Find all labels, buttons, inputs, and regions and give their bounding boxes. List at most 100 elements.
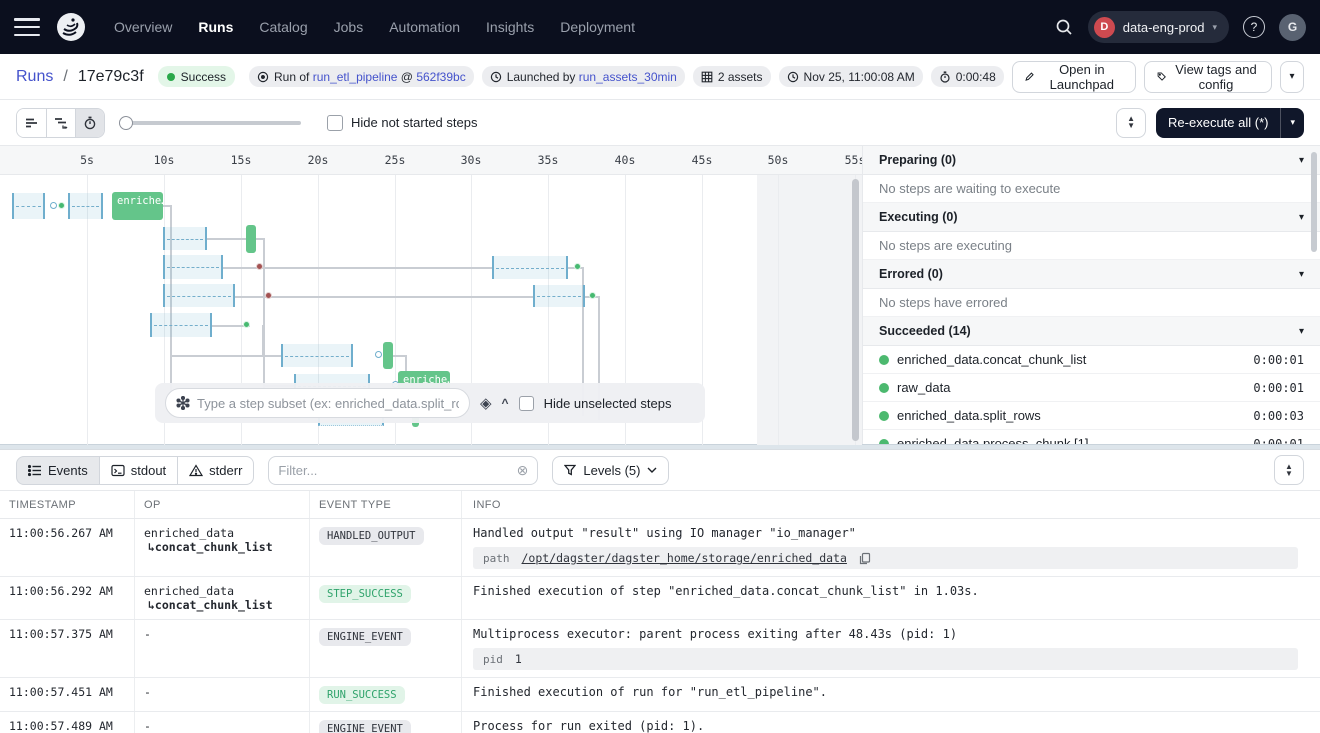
view-tags-config-button[interactable]: View tags and config <box>1143 60 1272 93</box>
collapse-selector-icon[interactable]: ^ <box>502 396 509 410</box>
levels-dropdown[interactable]: Levels (5) <box>552 455 670 485</box>
tag-link[interactable]: run_assets_30min <box>579 70 677 84</box>
event-info-text: Process for run exited (pid: 1). <box>473 719 705 733</box>
workspace-switcher[interactable]: D data-eng-prod ▾ <box>1087 11 1229 43</box>
succeeded-step-row[interactable]: raw_data 0:00:01 <box>863 374 1320 402</box>
workspace-name: data-eng-prod <box>1122 19 1205 35</box>
event-timestamp: 11:00:57.489 AM <box>0 712 135 733</box>
event-op: - <box>135 712 310 733</box>
stopwatch-icon <box>939 70 951 83</box>
section-header[interactable]: Succeeded (14) ▾ <box>863 317 1320 346</box>
meta-label: path <box>483 551 510 565</box>
tag-link[interactable]: run_etl_pipeline <box>313 70 398 84</box>
run-gantt-section: 5s 10s 15s 20s 25s 30s 35s 40s 45s 50s 55s enriche… <box>0 146 1320 445</box>
succeeded-step-row[interactable]: enriched_data.concat_chunk_list 0:00:01 <box>863 346 1320 374</box>
clear-filter-icon[interactable]: ⊗ <box>517 463 529 477</box>
step-subset-input[interactable] <box>197 395 459 411</box>
panel-scrollbar[interactable] <box>1311 152 1317 252</box>
hide-unselected-checkbox[interactable] <box>518 395 534 411</box>
event-timestamp: 11:00:56.292 AM <box>0 577 135 619</box>
workspace-badge: D <box>1093 16 1115 38</box>
chevron-down-icon: ▾ <box>1298 211 1304 223</box>
section-header[interactable]: Errored (0) ▾ <box>863 260 1320 289</box>
nav-item-jobs[interactable]: Jobs <box>334 19 364 35</box>
tab-label: stderr <box>209 462 243 478</box>
copy-icon[interactable] <box>859 552 871 565</box>
success-dot-icon <box>879 382 889 393</box>
layers-icon[interactable]: ◈ <box>480 396 492 411</box>
tag-link[interactable]: 562f39bc <box>416 70 465 84</box>
section-header[interactable]: Executing (0) ▾ <box>863 203 1320 232</box>
axis-tick-label: 35s <box>537 153 559 167</box>
section-title: Errored (0) <box>879 267 943 281</box>
breadcrumb-runs-link[interactable]: Runs <box>16 68 53 86</box>
event-type-cell: STEP_SUCCESS <box>310 577 462 619</box>
filter-input[interactable] <box>278 462 511 478</box>
chevron-down-icon: ▼ <box>1285 468 1293 478</box>
waterfall-view-button[interactable] <box>46 108 75 137</box>
event-info-text: Multiprocess executor: parent process ex… <box>473 627 958 641</box>
warning-icon <box>189 463 204 477</box>
gridline <box>778 175 779 445</box>
op-line: enriched_data <box>144 584 235 598</box>
tab-stdout[interactable]: stdout <box>98 455 179 485</box>
step-duration: 0:00:01 <box>1253 352 1304 367</box>
gantt-chart: 5s 10s 15s 20s 25s 30s 35s 40s 45s 50s 55s enriche… <box>0 146 862 445</box>
hide-not-started-label: Hide not started steps <box>351 115 478 130</box>
flat-view-button[interactable] <box>17 108 46 137</box>
slider-knob[interactable] <box>119 115 133 130</box>
search-icon[interactable] <box>1054 17 1074 37</box>
menu-icon[interactable] <box>14 18 40 36</box>
events-table-header: TIMESTAMP OP EVENT TYPE INFO <box>0 491 1320 519</box>
reexecute-all-button[interactable]: Re-execute all (*) ▾ <box>1156 107 1304 138</box>
event-info-text: Finished execution of step "enriched_dat… <box>473 584 979 598</box>
avatar[interactable]: G <box>1279 13 1306 41</box>
expand-panel-stepper[interactable]: ▲ ▼ <box>1116 107 1147 138</box>
op-step-line: ↳concat_chunk_list <box>148 540 273 554</box>
nav-item-runs[interactable]: Runs <box>198 19 233 35</box>
timed-view-button[interactable] <box>75 108 104 137</box>
expand-logs-stepper[interactable]: ▲ ▼ <box>1274 455 1304 485</box>
succeeded-step-row[interactable]: enriched_data.split_rows 0:00:03 <box>863 402 1320 430</box>
list-icon <box>28 464 42 477</box>
tab-Events[interactable]: Events <box>16 455 100 485</box>
meta-path-link[interactable]: /opt/dagster/dagster_home/storage/enrich… <box>522 551 847 565</box>
event-type-cell: HANDLED_OUTPUT <box>310 519 462 576</box>
axis-tick-label: 55s <box>844 153 862 167</box>
zoom-slider[interactable] <box>119 115 301 130</box>
gantt-step-bar-labeled[interactable]: enriche… <box>112 192 163 220</box>
nav-item-overview[interactable]: Overview <box>114 19 172 35</box>
tag-text: Nov 25, 11:00:08 AM <box>803 69 915 84</box>
step-selector-overlay: ◈ ^ Hide unselected steps <box>155 383 705 423</box>
more-actions-button[interactable]: ▾ <box>1280 60 1304 93</box>
meta-value: 1 <box>514 652 522 666</box>
event-row: 11:00:57.451 AM - RUN_SUCCESS Finished exec… <box>0 678 1320 712</box>
reexecute-dropdown-caret[interactable]: ▾ <box>1280 107 1304 138</box>
nav-item-catalog[interactable]: Catalog <box>259 19 307 35</box>
nav-item-insights[interactable]: Insights <box>486 19 534 35</box>
op-line: enriched_data <box>144 526 235 540</box>
step-duration: 0:00:03 <box>1253 408 1304 423</box>
gantt-marker-open <box>375 351 382 358</box>
gantt-step-bar[interactable] <box>246 225 256 253</box>
open-in-launchpad-button[interactable]: Open in Launchpad <box>1011 60 1136 93</box>
nav-item-automation[interactable]: Automation <box>389 19 460 35</box>
gantt-scrollbar[interactable] <box>852 179 859 441</box>
event-op: - <box>135 678 310 711</box>
section-header[interactable]: Preparing (0) ▾ <box>863 146 1320 175</box>
tab-stderr[interactable]: stderr <box>177 455 255 485</box>
help-icon[interactable]: ? <box>1243 16 1265 38</box>
axis-tick-label: 5s <box>80 153 94 167</box>
events-table: TIMESTAMP OP EVENT TYPE INFO 11:00:56.26… <box>0 490 1320 733</box>
target-icon <box>257 71 269 83</box>
success-dot-icon <box>879 410 889 421</box>
hide-not-started-checkbox[interactable] <box>327 114 343 131</box>
tag-icon <box>1157 72 1166 81</box>
gantt-step-bar[interactable] <box>383 342 393 369</box>
succeeded-step-row[interactable]: enriched_data.process_chunk [1] 0:00:01 <box>863 430 1320 444</box>
nav-item-deployment[interactable]: Deployment <box>560 19 635 35</box>
gantt-marker-open <box>50 202 57 209</box>
run-tag-pill: Launched by run_assets_30min <box>481 66 685 87</box>
event-meta-row: pid 1 <box>473 648 1298 670</box>
step-name: enriched_data.concat_chunk_list <box>897 352 1087 367</box>
